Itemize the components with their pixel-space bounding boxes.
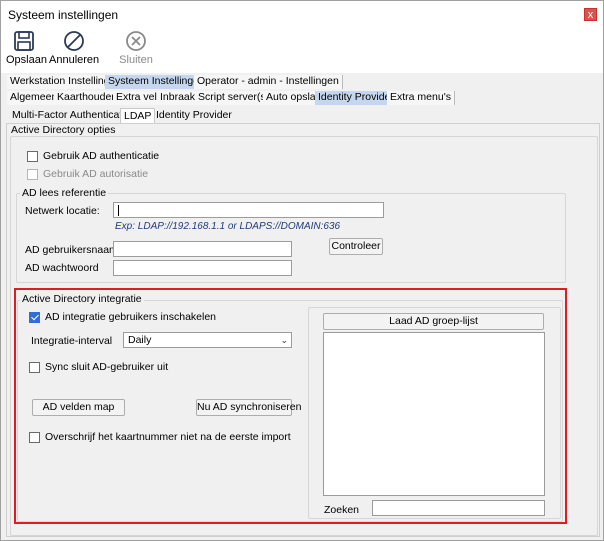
use-ad-auth-checkbox[interactable] [27, 151, 38, 162]
floppy-disk-icon [14, 31, 34, 51]
toolbar: Opslaan Annuleren Sluiten [1, 27, 603, 73]
tab-identity-provider-sub[interactable]: Identity Provider [153, 109, 235, 123]
tab-identity-provider[interactable]: Identity Provider [315, 91, 398, 105]
tab-extra-menus[interactable]: Extra menu's [387, 91, 455, 105]
tab-operator[interactable]: Operator - admin - Instellingen [194, 75, 343, 89]
ad-username-label: AD gebruikersnaam [25, 244, 118, 256]
close-circle-icon [126, 31, 146, 51]
check-button[interactable]: Controleer [329, 238, 383, 255]
network-location-input[interactable] [113, 202, 384, 218]
network-location-hint: Exp: LDAP://192.168.1.1 or LDAPS://DOMAI… [115, 221, 341, 232]
save-label: Opslaan [6, 54, 47, 66]
title-bar: Systeem instellingen x [1, 1, 603, 27]
highlight-box [14, 288, 567, 524]
tab-script-servers[interactable]: Script server(s) [195, 91, 274, 105]
tabs-level3: Multi-Factor Authentication LDAP Identit… [7, 108, 597, 124]
ad-password-input[interactable] [113, 260, 292, 276]
close-label: Sluiten [119, 54, 153, 66]
save-button[interactable]: Opslaan [6, 30, 47, 66]
tab-inbraak[interactable]: Inbraak [157, 91, 200, 105]
cancel-button[interactable]: Annuleren [49, 30, 99, 66]
ad-read-title: AD lees referentie [20, 187, 109, 199]
tabs-level1: Werkstation Instellingen Systeem Instell… [7, 75, 597, 89]
ad-username-input[interactable] [113, 241, 292, 257]
window-title: Systeem instellingen [8, 8, 119, 22]
window-close-button[interactable]: x [584, 8, 597, 21]
network-location-label: Netwerk locatie: [25, 205, 100, 217]
ad-options-title: Active Directory opties [11, 124, 116, 136]
settings-window: Systeem instellingen x Opslaan Annuleren [0, 0, 604, 541]
ad-password-label: AD wachtwoord [25, 262, 99, 274]
close-button[interactable]: Sluiten [116, 30, 156, 66]
tab-ldap[interactable]: LDAP [120, 108, 156, 124]
use-ad-auth-label: Gebruik AD authenticatie [43, 150, 160, 162]
use-ad-authz-checkbox[interactable] [27, 169, 38, 180]
cancel-label: Annuleren [49, 54, 100, 66]
tabs-level2: Algemeen Kaarthouders Extra veld Inbraak… [7, 91, 597, 105]
use-ad-authz-label: Gebruik AD autorisatie [43, 168, 149, 180]
cancel-circle-icon [64, 31, 84, 51]
text-cursor [118, 205, 119, 216]
